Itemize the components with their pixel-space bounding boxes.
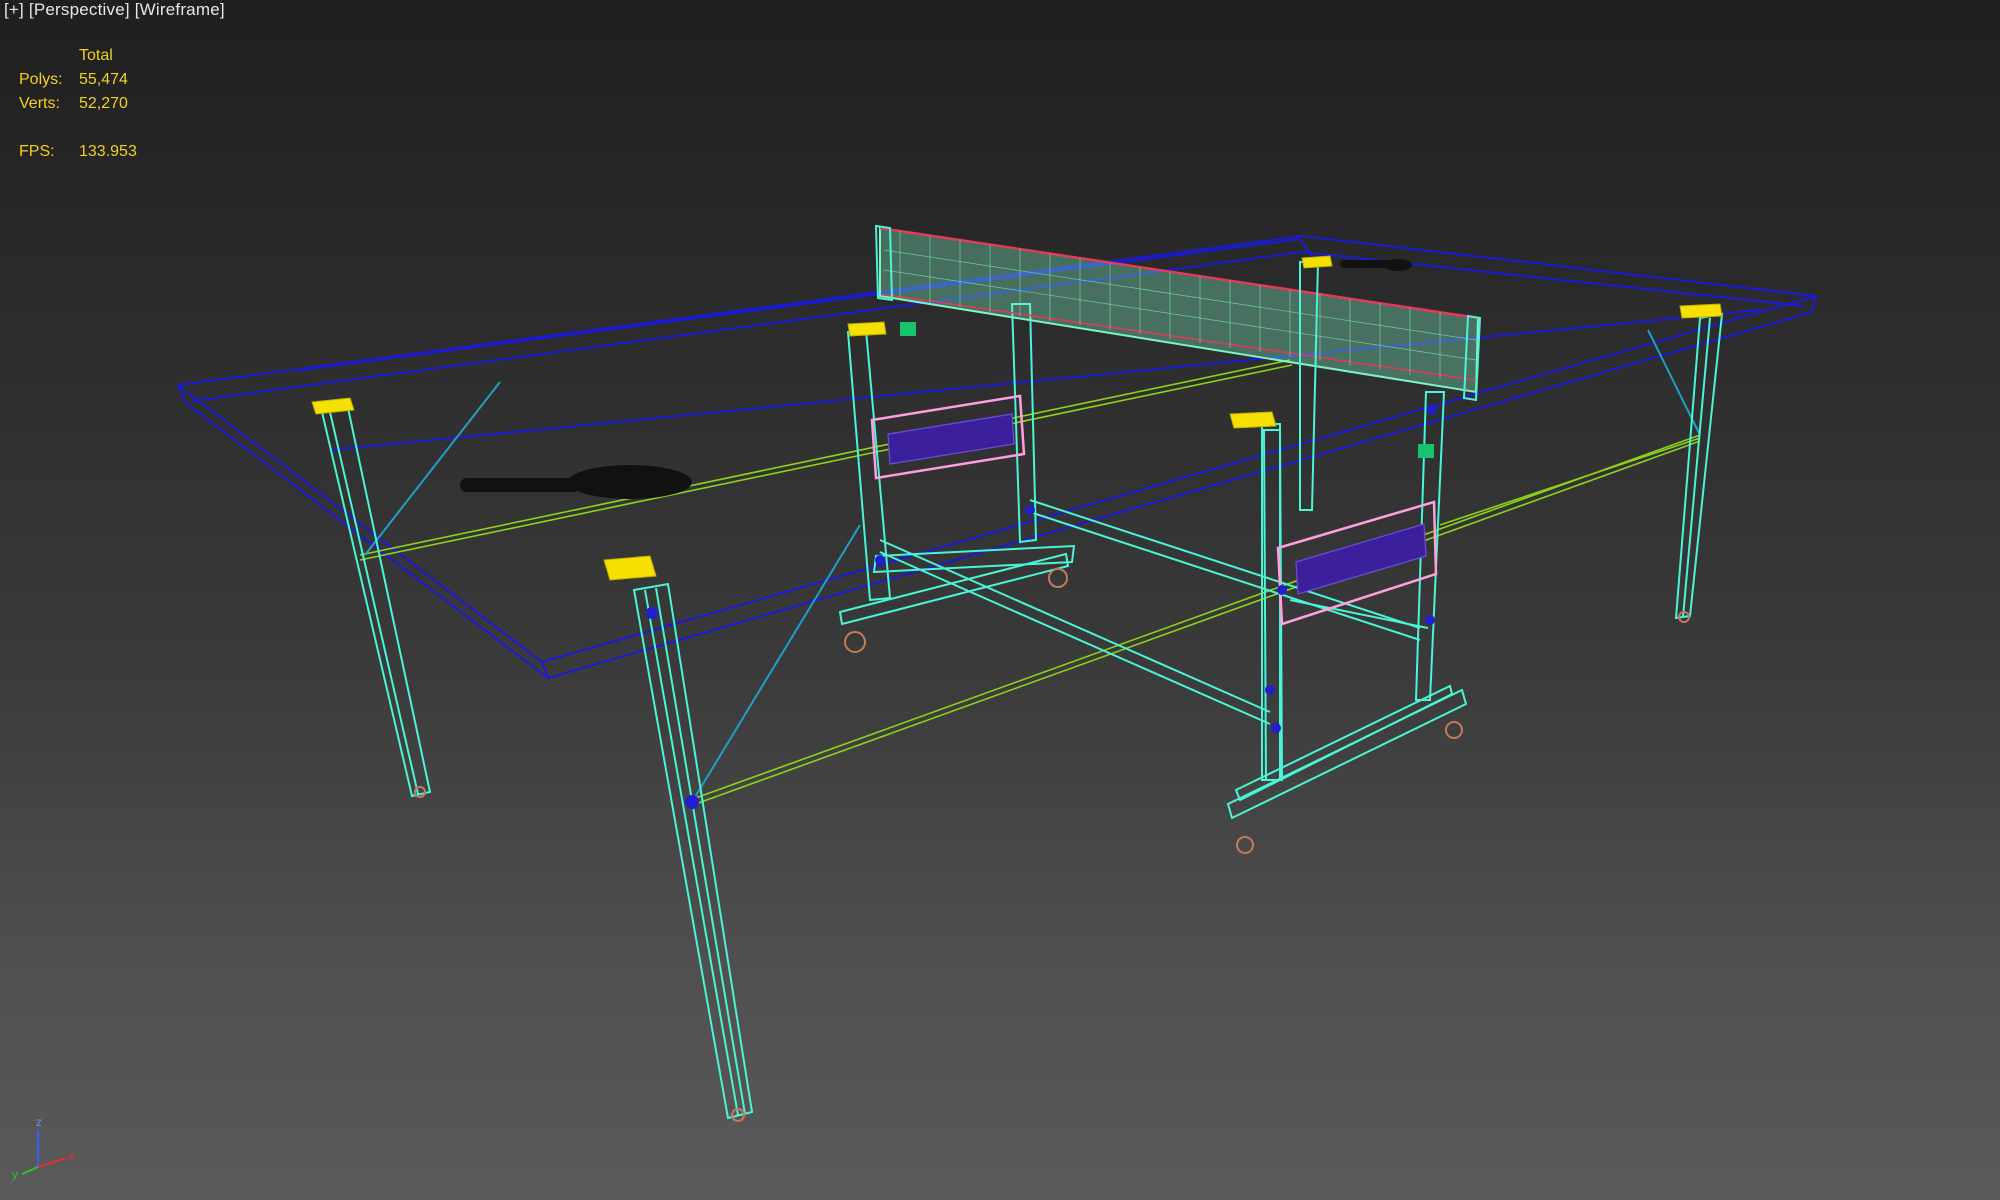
- wheels: [414, 568, 1690, 1122]
- view-type-label[interactable]: [Perspective]: [29, 0, 130, 19]
- fps-value: 133.953: [79, 143, 137, 160]
- wireframe-scene[interactable]: [0, 0, 2000, 1200]
- axis-z-label: z: [36, 1115, 42, 1129]
- viewport-menu-button[interactable]: [+]: [4, 0, 24, 19]
- polys-value: 55,474: [79, 71, 128, 88]
- stats-header: Total: [79, 47, 113, 64]
- verts-value: 52,270: [79, 95, 128, 112]
- axis-x-label: x: [68, 1149, 74, 1163]
- stats-fps-row: FPS: 133.953: [19, 140, 137, 164]
- fps-label: FPS:: [19, 143, 55, 160]
- stats-spacer: [19, 116, 137, 140]
- viewport-labels: [+] [Perspective] [Wireframe]: [4, 0, 225, 20]
- verts-label: Verts:: [19, 95, 60, 112]
- 3d-viewport[interactable]: [+] [Perspective] [Wireframe] Total Poly…: [0, 0, 2000, 1200]
- polys-label: Polys:: [19, 71, 63, 88]
- stats-verts-row: Verts: 52,270: [19, 92, 137, 116]
- statistics-overlay: Total Polys: 55,474 Verts: 52,270 FPS: 1…: [19, 44, 137, 164]
- shading-mode-label[interactable]: [Wireframe]: [135, 0, 225, 19]
- stats-polys-row: Polys: 55,474: [19, 68, 137, 92]
- axis-y-label: y: [12, 1167, 18, 1181]
- axis-gizmo-icon: z x y: [12, 1115, 74, 1181]
